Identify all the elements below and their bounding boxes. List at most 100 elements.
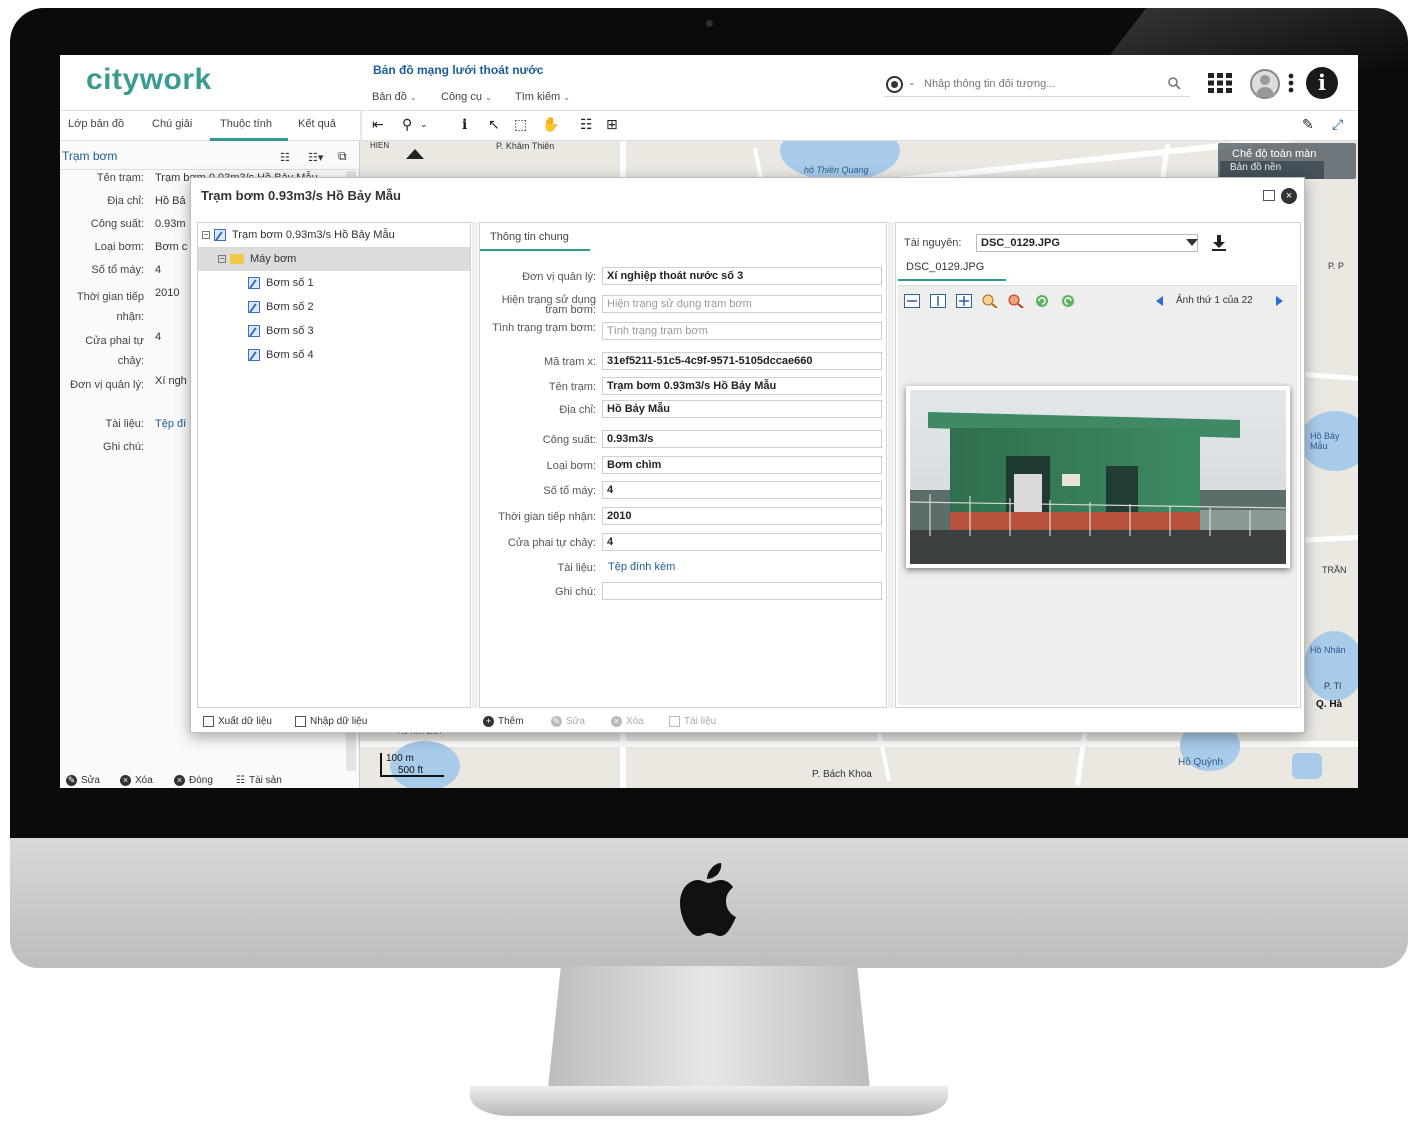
panel-splitter[interactable]: [888, 222, 894, 708]
apps-grid-icon[interactable]: [1208, 73, 1232, 93]
rotate-left-icon[interactable]: [1034, 294, 1050, 308]
tab-lop-ban-do[interactable]: Lớp bản đồ: [68, 118, 124, 130]
field-ma-tram[interactable]: 31ef5211-51c5-4c9f-9571-5105dccae660: [602, 352, 882, 370]
button-label: Nhập dữ liệu: [310, 716, 368, 728]
chevron-down-icon: ⌄: [484, 93, 492, 102]
locate-icon[interactable]: ⚲: [402, 117, 412, 133]
button-label: Tài liệu: [684, 716, 717, 728]
station-photo[interactable]: [906, 386, 1290, 568]
tree-label: Máy bơm: [250, 253, 297, 265]
edit-icon: [248, 349, 260, 362]
panel-splitter[interactable]: [472, 222, 478, 708]
documents-button[interactable]: Tài liệu: [669, 716, 716, 727]
tree-item[interactable]: Bơm số 2: [248, 295, 314, 319]
close-button[interactable]: × Đóng: [174, 775, 213, 786]
field-hien-trang[interactable]: Hiện trạng sử dụng trạm bơm: [602, 295, 882, 313]
menu-label: Công cụ: [441, 91, 482, 103]
side-label: Cửa phai tự chảy:: [85, 335, 144, 367]
edit-button[interactable]: ✎ Sửa: [66, 775, 100, 786]
scale-bar: 100 m 500 ft: [380, 753, 444, 777]
edit-map-icon[interactable]: ✎: [1302, 117, 1314, 133]
delete-button[interactable]: × Xóa: [611, 716, 644, 727]
pan-hand-icon[interactable]: ✋: [542, 117, 559, 133]
rotate-right-icon[interactable]: [1060, 294, 1076, 308]
expand-icon[interactable]: ⤢: [1332, 117, 1343, 133]
camera-icon: [706, 20, 713, 27]
field-ten-tram[interactable]: Trạm bơm 0.93m3/s Hồ Bảy Mẫu: [602, 377, 882, 395]
map-label: P. P: [1328, 261, 1344, 271]
delete-button[interactable]: × Xóa: [120, 775, 153, 786]
dialog-title: Trạm bơm 0.93m3/s Hồ Bảy Mẫu: [201, 188, 401, 203]
identify-icon[interactable]: i: [462, 117, 467, 133]
tree-item[interactable]: Bơm số 4: [248, 343, 314, 367]
menu-cong-cu[interactable]: Công cụ ⌄: [441, 91, 492, 103]
tab-chu-giai[interactable]: Chú giải: [152, 118, 192, 130]
fit-all-icon[interactable]: [956, 294, 972, 308]
tab-ket-qua[interactable]: Kết quả: [298, 118, 336, 130]
add-button[interactable]: + Thêm: [483, 716, 524, 727]
tree-item[interactable]: Bơm số 3: [248, 319, 314, 343]
field-cong-suat[interactable]: 0.93m3/s: [602, 430, 882, 448]
more-vertical-icon[interactable]: [1288, 73, 1294, 93]
citywork-logo[interactable]: citywork: [86, 63, 212, 97]
field-dia-chi[interactable]: Hồ Bảy Mẫu: [602, 400, 882, 418]
assets-button[interactable]: ☷ Tài sản: [236, 775, 282, 786]
export-data-button[interactable]: Xuất dữ liệu: [203, 716, 272, 727]
fit-height-icon[interactable]: [930, 294, 946, 308]
folder-icon: [230, 254, 244, 265]
list-options-icon[interactable]: ☷▾: [308, 151, 323, 164]
close-icon[interactable]: ×: [1281, 188, 1297, 204]
chevron-down-icon[interactable]: ⌄: [908, 77, 916, 88]
menu-ban-do[interactable]: Bản đồ ⌄: [372, 91, 417, 103]
search-box: ⌄: [884, 71, 1190, 97]
presentation-icon[interactable]: ⊞: [606, 117, 618, 133]
user-avatar-icon[interactable]: [1250, 69, 1280, 99]
chevron-down-icon[interactable]: ⌄: [420, 120, 428, 130]
target-icon[interactable]: [886, 76, 903, 93]
field-so-to-may[interactable]: 4: [602, 481, 882, 499]
field-cua-phai[interactable]: 4: [602, 533, 882, 551]
fit-width-icon[interactable]: [904, 294, 920, 308]
field-thoi-gian-tiep-nhan[interactable]: 2010: [602, 507, 882, 525]
tab-thuoc-tinh[interactable]: Thuộc tính: [220, 118, 272, 130]
resource-select[interactable]: DSC_0129.JPG: [976, 234, 1198, 252]
field-tinh-trang[interactable]: Tình trạng trạm bơm: [602, 322, 882, 340]
exit-icon[interactable]: ⇤: [372, 117, 384, 133]
zoom-out-icon[interactable]: [1008, 294, 1024, 308]
field-loai-bom[interactable]: Bơm chìm: [602, 456, 882, 474]
tree-group[interactable]: − Máy bơm: [198, 247, 470, 271]
side-value: Xí ngh: [155, 375, 187, 387]
field-ghi-chu[interactable]: [602, 582, 882, 600]
info-icon[interactable]: i: [1306, 67, 1338, 99]
previous-image-icon[interactable]: [1156, 296, 1163, 306]
select-box-icon[interactable]: ⬚: [514, 117, 527, 133]
attachment-link[interactable]: Tệp đính kèm: [608, 561, 675, 573]
menu-tim-kiem[interactable]: Tìm kiếm ⌄: [515, 91, 570, 103]
chevron-down-icon[interactable]: [1186, 239, 1198, 246]
tab-thong-tin-chung[interactable]: Thông tin chung: [490, 231, 569, 243]
maximize-icon[interactable]: [1263, 190, 1275, 201]
map-label: Hồ Bảy Mẫu: [1310, 431, 1340, 451]
edit-icon: [214, 229, 226, 242]
field-don-vi-quan-ly[interactable]: Xí nghiệp thoát nước số 3: [602, 267, 882, 285]
attribute-list-icon[interactable]: ☷: [580, 117, 593, 133]
image-tab[interactable]: DSC_0129.JPG: [906, 261, 984, 273]
select-icon[interactable]: ↖: [488, 117, 500, 133]
side-link[interactable]: Tệp đí: [155, 418, 186, 430]
download-icon[interactable]: [1212, 235, 1226, 251]
popout-icon[interactable]: ⧉: [338, 149, 347, 164]
screen: HIEN P. Khâm Thiên hồ Thiền Quang P. P H…: [60, 55, 1358, 788]
import-data-button[interactable]: Nhập dữ liệu: [295, 716, 367, 727]
collapse-icon[interactable]: −: [202, 231, 210, 240]
edit-button[interactable]: ✎ Sửa: [551, 716, 585, 727]
list-view-icon[interactable]: ☷: [280, 151, 290, 164]
edit-icon: [248, 277, 260, 290]
next-image-icon[interactable]: [1276, 296, 1283, 306]
zoom-in-icon[interactable]: [982, 294, 998, 308]
pan-up-icon[interactable]: [406, 149, 424, 159]
collapse-icon[interactable]: −: [218, 255, 226, 264]
search-input[interactable]: [924, 75, 1160, 93]
tree-root[interactable]: − Trạm bơm 0.93m3/s Hồ Bảy Mẫu: [202, 223, 468, 247]
search-icon[interactable]: [1168, 77, 1181, 90]
tree-item[interactable]: Bơm số 1: [248, 271, 314, 295]
